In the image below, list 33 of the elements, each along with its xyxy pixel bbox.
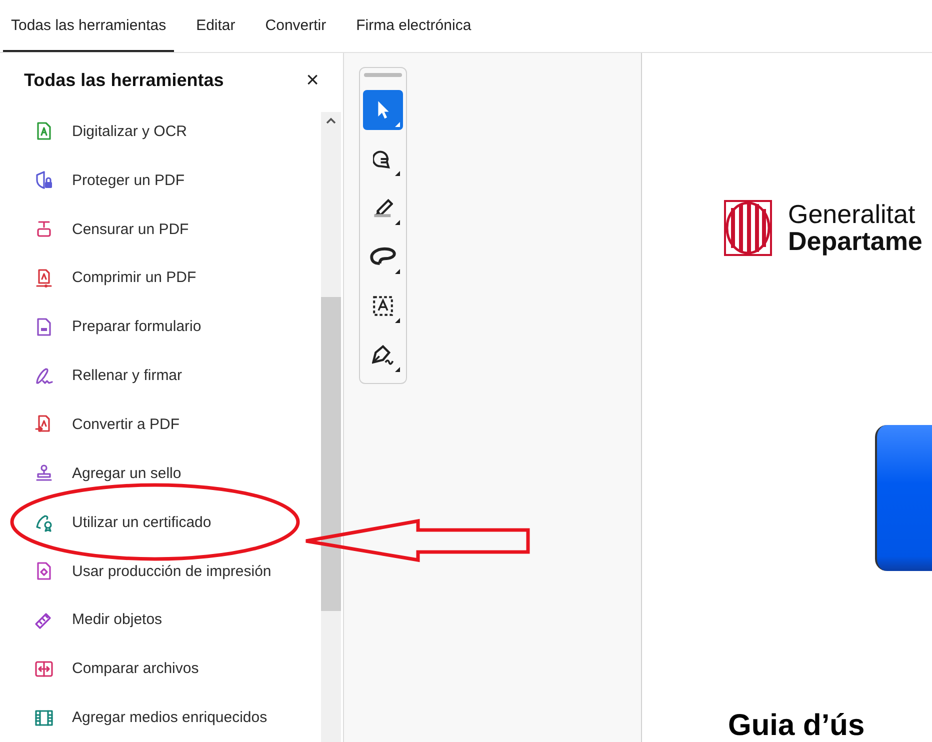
emblem-logo bbox=[724, 200, 772, 256]
tool-item[interactable]: Digitalizar y OCR bbox=[0, 107, 321, 156]
tool-item[interactable]: Utilizar un certificado bbox=[0, 498, 321, 547]
tab[interactable]: Editar bbox=[188, 0, 244, 52]
tool-item[interactable]: Proteger un PDF bbox=[0, 156, 321, 205]
scrollbar-thumb[interactable] bbox=[321, 297, 341, 611]
tool-item[interactable]: Agregar medios enriquecidos bbox=[0, 693, 321, 742]
drag-handle[interactable] bbox=[364, 73, 402, 77]
tool-item[interactable]: Preparar formulario bbox=[0, 302, 321, 352]
tool-item[interactable]: Comprimir un PDF bbox=[0, 254, 321, 302]
scrollbar-track[interactable] bbox=[321, 112, 341, 742]
logo-text: Generalitat bbox=[788, 201, 916, 228]
tab[interactable]: Todas las herramientas bbox=[3, 0, 174, 52]
tab[interactable]: Firma electrónica bbox=[348, 0, 480, 52]
scroll-up-icon[interactable] bbox=[325, 117, 337, 125]
comment-icon bbox=[373, 149, 393, 169]
tool-item[interactable]: Convertir a PDF bbox=[0, 400, 321, 449]
tool-item[interactable]: Rellenar y firmar bbox=[0, 351, 321, 400]
tool-item[interactable]: Agregar un sello bbox=[0, 448, 321, 498]
tool-item[interactable]: Censurar un PDF bbox=[0, 204, 321, 254]
logo-text: Departame bbox=[788, 228, 922, 255]
tab[interactable]: Convertir bbox=[257, 0, 334, 52]
tool-item[interactable]: Comparar archivos bbox=[0, 644, 321, 694]
tool-item[interactable]: Medir objetos bbox=[0, 595, 321, 644]
cursor-icon bbox=[376, 100, 390, 120]
panel-title: Todas las herramientas bbox=[24, 70, 224, 90]
pen-icon bbox=[373, 198, 393, 218]
pen-nib-icon bbox=[372, 345, 394, 365]
lasso-icon bbox=[370, 247, 396, 267]
tool-item[interactable]: Usar producción de impresión bbox=[0, 546, 321, 596]
document-title: Guia d’ús bbox=[728, 710, 866, 742]
close-button[interactable]: × bbox=[302, 69, 323, 91]
text-box-icon bbox=[373, 296, 393, 316]
